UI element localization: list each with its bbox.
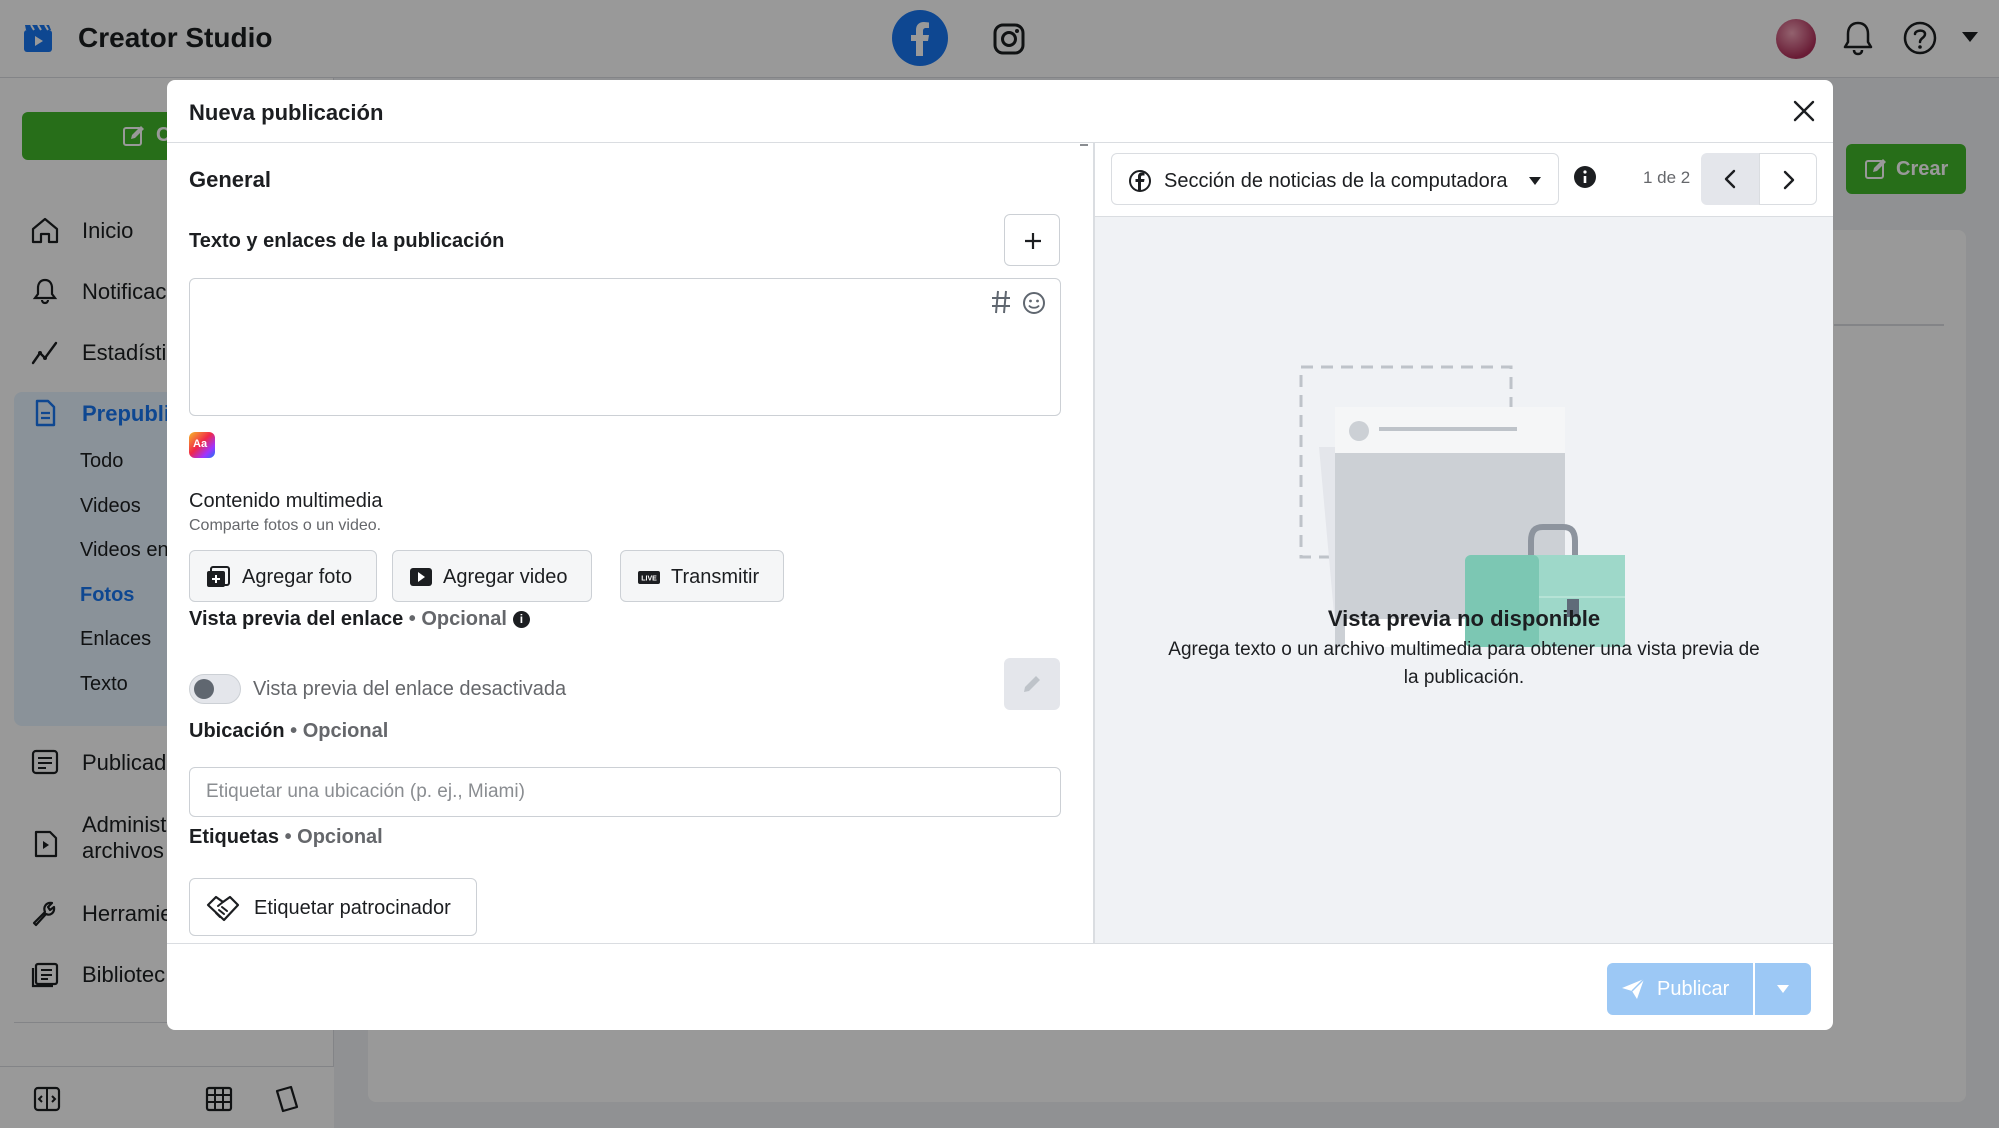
info-icon[interactable]: i	[512, 611, 530, 628]
emoji-icon[interactable]	[1022, 291, 1046, 315]
post-text-input[interactable]	[189, 278, 1061, 416]
link-preview-label-text: Vista previa del enlace	[189, 608, 404, 630]
tags-label: Etiquetas • Opcional	[189, 826, 383, 848]
optional-tag: Opcional	[302, 720, 389, 742]
link-preview-toggle-label: Vista previa del enlace desactivada	[253, 678, 567, 700]
publish-button[interactable]: Publicar	[1607, 963, 1753, 1015]
scrollbar[interactable]	[1080, 144, 1088, 146]
next-preview-button[interactable]	[1759, 153, 1817, 205]
post-text-label: Texto y enlaces de la publicación	[189, 230, 505, 252]
facebook-icon	[1129, 170, 1151, 192]
preview-pane: Sección de noticias de la computadora 1 …	[1095, 143, 1833, 943]
preview-unavailable-description: Agrega texto o un archivo multimedia par…	[1168, 639, 1760, 688]
tags-label-text: Etiquetas	[189, 826, 280, 848]
go-live-label: Transmitir	[671, 566, 760, 588]
location-input[interactable]	[189, 767, 1061, 817]
tag-sponsor-button[interactable]: Etiquetar patrocinador	[189, 878, 477, 936]
media-help-text: Comparte fotos o un video.	[189, 517, 382, 534]
hashtag-icon[interactable]	[990, 289, 1012, 315]
caret-down-icon	[1777, 985, 1789, 993]
publish-options-dropdown[interactable]	[1755, 963, 1811, 1015]
link-preview-label: Vista previa del enlace • Opcional i	[189, 608, 530, 631]
text-format-icon[interactable]: Aa	[189, 432, 215, 458]
send-icon	[1622, 978, 1645, 999]
optional-tag: Opcional	[421, 608, 507, 630]
location-label: Ubicación • Opcional	[189, 720, 389, 742]
caret-down-icon	[1529, 177, 1541, 185]
preview-header: Sección de noticias de la computadora 1 …	[1095, 143, 1833, 217]
handshake-icon	[206, 895, 240, 922]
media-label-text: Contenido multimedia	[189, 490, 383, 512]
chevron-right-icon	[1783, 170, 1795, 190]
toggle-knob	[194, 679, 214, 699]
video-icon	[410, 568, 432, 586]
go-live-button[interactable]: LIVE Transmitir	[620, 550, 784, 602]
previous-preview-button[interactable]	[1701, 153, 1759, 205]
add-photo-button[interactable]: Agregar foto	[189, 550, 377, 602]
section-title: General	[189, 167, 271, 192]
live-icon: LIVE	[638, 571, 660, 584]
tag-sponsor-label: Etiquetar patrocinador	[254, 897, 451, 919]
add-photo-label: Agregar foto	[242, 566, 353, 588]
placement-dropdown[interactable]: Sección de noticias de la computadora	[1111, 153, 1559, 205]
add-video-button[interactable]: Agregar video	[392, 550, 592, 602]
post-form: General Texto y enlaces de la publicació…	[167, 143, 1094, 943]
add-video-label: Agregar video	[443, 566, 568, 588]
link-preview-toggle[interactable]	[189, 674, 241, 704]
optional-tag: Opcional	[297, 826, 383, 848]
new-post-dialog: Nueva publicación General Texto y enlace…	[167, 80, 1833, 1030]
plus-icon	[1025, 233, 1041, 249]
dialog-title: Nueva publicación	[189, 100, 384, 125]
edit-link-preview-button[interactable]	[1004, 658, 1060, 710]
info-icon[interactable]	[1573, 165, 1597, 189]
preview-pager: 1 de 2	[1643, 168, 1691, 187]
location-label-text: Ubicación	[189, 720, 285, 742]
placement-label: Sección de noticias de la computadora	[1164, 170, 1508, 192]
media-label: Contenido multimedia	[189, 490, 382, 513]
add-text-button[interactable]	[1004, 214, 1060, 266]
chevron-left-icon	[1724, 169, 1736, 189]
svg-text:LIVE: LIVE	[641, 576, 657, 583]
publish-label: Publicar	[1657, 978, 1730, 1000]
preview-unavailable-title: Vista previa no disponible	[1327, 606, 1601, 631]
add-photo-icon	[207, 566, 230, 587]
dialog-footer-divider	[167, 943, 1833, 944]
pencil-icon	[1024, 676, 1040, 692]
close-icon[interactable]	[1791, 98, 1817, 124]
